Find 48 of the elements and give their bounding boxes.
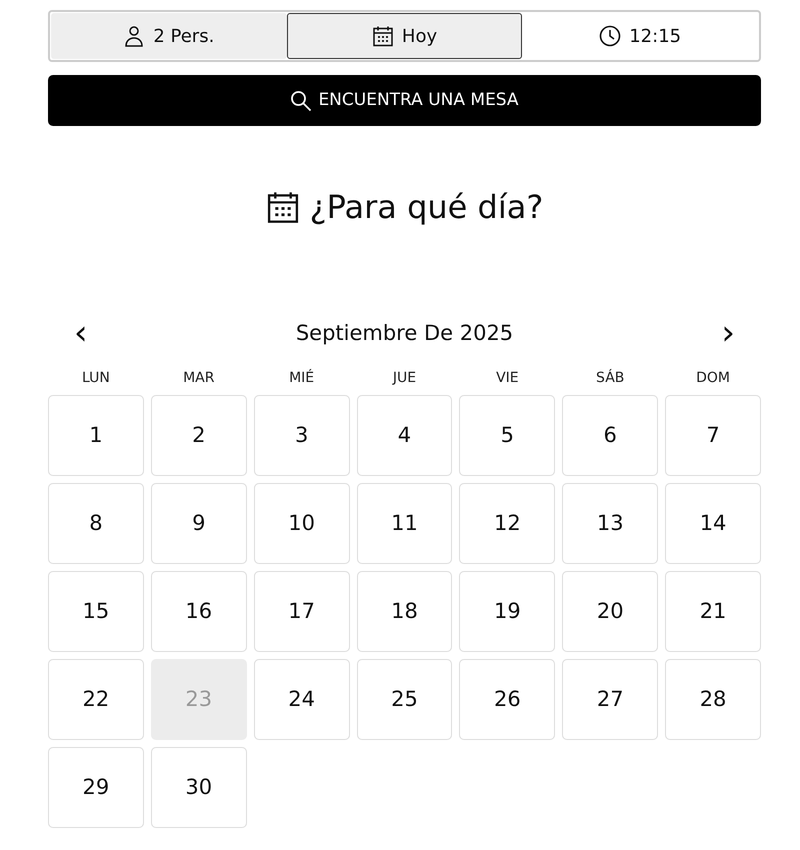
day-button[interactable]: 24 — [254, 659, 350, 740]
day-button[interactable]: 29 — [48, 747, 144, 828]
heading: ¿Para qué día? — [310, 188, 544, 226]
calendar-icon — [266, 190, 300, 224]
weekday-label: SÁB — [595, 368, 626, 388]
day-button[interactable]: 30 — [150, 747, 247, 828]
weekday-label: DOM — [695, 369, 731, 388]
day-button[interactable]: 4 — [356, 395, 452, 476]
day-button[interactable]: 8 — [48, 483, 144, 564]
day-button[interactable]: 18 — [356, 571, 452, 652]
weekday-label: LUN — [81, 369, 111, 388]
day-button[interactable]: 19 — [459, 571, 556, 652]
weekday-label: MIÉ — [288, 368, 316, 388]
day-button[interactable]: 25 — [356, 659, 452, 740]
day-button[interactable]: 28 — [665, 659, 761, 740]
day-button[interactable]: 14 — [665, 483, 761, 564]
day-button[interactable]: 13 — [562, 483, 658, 564]
weekday-label: VIE — [495, 369, 520, 388]
day-button[interactable]: 15 — [48, 571, 144, 652]
month-title: Septiembre De 2025 — [296, 320, 514, 347]
day-button[interactable]: 21 — [665, 571, 761, 652]
tab[interactable]: Hoy — [286, 13, 522, 59]
weekday-label: MAR — [182, 369, 216, 388]
day-button[interactable]: 6 — [562, 395, 658, 476]
day-button[interactable]: 3 — [254, 395, 350, 476]
previous-month-button[interactable]: ‹ — [68, 316, 94, 350]
search-icon — [290, 90, 312, 112]
next-month-button[interactable]: › — [715, 316, 741, 350]
calendar-icon — [372, 25, 394, 47]
day-button[interactable]: 7 — [665, 395, 761, 476]
day-button[interactable]: 17 — [254, 571, 350, 652]
weekday-label: JUE — [391, 369, 418, 388]
day-button[interactable]: 11 — [356, 483, 452, 564]
day-button[interactable]: 26 — [459, 659, 556, 740]
day-button[interactable]: 1 — [48, 395, 144, 476]
day-button[interactable]: 5 — [459, 395, 556, 476]
day-button[interactable]: 27 — [562, 659, 658, 740]
day-button[interactable]: 9 — [150, 483, 247, 564]
tab[interactable]: 2 Pers. — [51, 13, 287, 59]
day-button[interactable]: 12 — [459, 483, 556, 564]
day-button[interactable]: 10 — [254, 483, 350, 564]
day-button[interactable]: 20 — [562, 571, 658, 652]
day-button[interactable]: 22 — [48, 659, 144, 740]
day-button[interactable]: 16 — [150, 571, 247, 652]
search-button[interactable]: ENCUENTRA UNA MESA — [48, 75, 761, 126]
clock-icon — [599, 25, 622, 47]
day-button[interactable]: 2 — [150, 395, 247, 476]
person-icon — [123, 25, 146, 47]
